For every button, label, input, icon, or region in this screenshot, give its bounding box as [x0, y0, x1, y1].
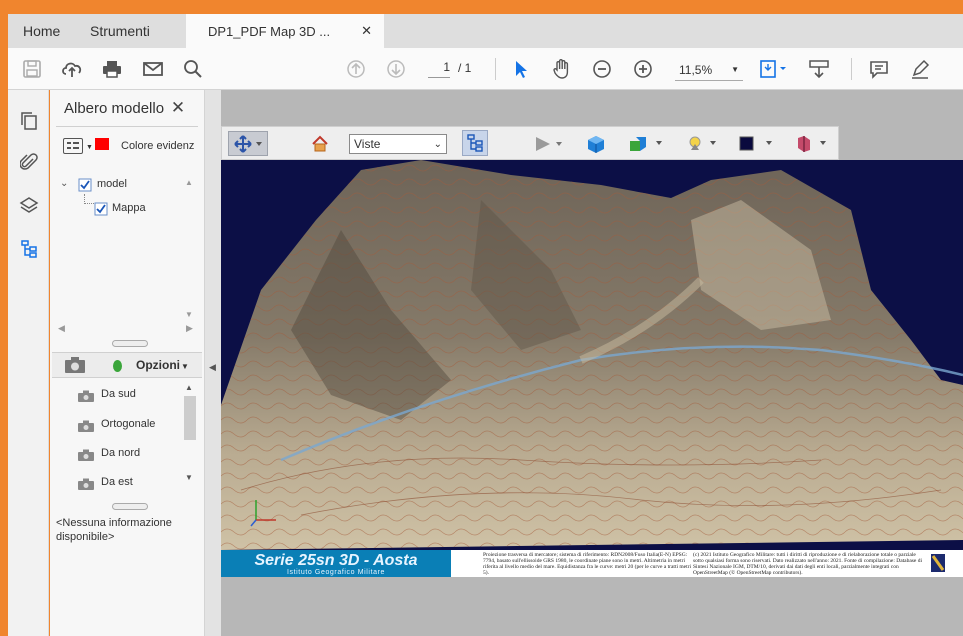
document-tab-label: DP1_PDF Map 3D ...: [208, 23, 331, 39]
projection-cube-icon[interactable]: [584, 133, 608, 155]
close-panel-icon[interactable]: ✕: [168, 98, 188, 118]
camera-icon[interactable]: [64, 356, 86, 374]
cross-section-icon[interactable]: [792, 133, 832, 155]
views-select[interactable]: Viste ⌄: [349, 134, 447, 154]
scroll-down-icon[interactable]: ▼: [185, 473, 193, 482]
attachment-icon[interactable]: [18, 152, 40, 174]
tree-item-mappa[interactable]: Mappa: [112, 202, 146, 214]
navigation-rail: [8, 90, 49, 636]
pane-splitter-handle[interactable]: [112, 503, 148, 510]
search-icon[interactable]: [179, 55, 207, 83]
highlight-color-swatch[interactable]: [95, 138, 109, 150]
highlight-color-label: Colore evidenz: [121, 140, 195, 152]
rotate-tool-icon[interactable]: [228, 131, 268, 156]
options-list-icon[interactable]: [63, 138, 83, 154]
tree-item-model[interactable]: model: [97, 178, 127, 190]
pages-icon[interactable]: [18, 110, 40, 132]
hand-tool-icon[interactable]: [548, 55, 576, 83]
render-mode-icon[interactable]: [626, 133, 666, 155]
email-icon[interactable]: [139, 55, 167, 83]
scroll-left-icon[interactable]: ◀: [58, 323, 65, 334]
scrollbar-thumb[interactable]: [184, 396, 196, 440]
zoom-select[interactable]: 11,5% ▼: [675, 59, 743, 81]
copyright-note: (c) 2021 Istituto Geografico Militare: t…: [693, 552, 923, 576]
projection-note: Proiezione trasversa di mercatore; siste…: [483, 552, 691, 576]
chevron-down-icon[interactable]: ▼: [86, 144, 93, 151]
page-total: / 1: [458, 61, 472, 75]
toolbar-divider: [495, 58, 496, 80]
play-animation-icon[interactable]: [532, 134, 566, 154]
upload-cloud-icon[interactable]: [58, 55, 86, 83]
view-item-da-est[interactable]: Da est: [101, 476, 133, 488]
camera-icon: [78, 478, 94, 490]
view-item-da-sud[interactable]: Da sud: [101, 388, 136, 400]
scroll-mode-icon[interactable]: [805, 55, 833, 83]
next-page-icon[interactable]: [382, 55, 410, 83]
print-icon[interactable]: [98, 55, 126, 83]
divider: [56, 126, 198, 127]
model-tree-panel: Albero modello ✕ ▼ Colore evidenz ⌄ mode…: [50, 90, 204, 636]
tab-document[interactable]: DP1_PDF Map 3D ... ✕: [186, 14, 384, 48]
tab-bar: Home Strumenti DP1_PDF Map 3D ... ✕: [8, 14, 963, 48]
igm-logo-icon: [931, 554, 945, 572]
main-toolbar: 1 / 1 11,5% ▼: [8, 48, 963, 90]
tree-connector: [84, 194, 94, 204]
collapse-arrow-icon[interactable]: ◀: [209, 362, 216, 373]
views-select-value: Viste: [354, 137, 381, 151]
checkbox-checked-icon[interactable]: [78, 178, 92, 192]
tab-tools[interactable]: Strumenti: [90, 14, 150, 48]
home-view-icon[interactable]: [310, 134, 330, 154]
zoom-out-icon[interactable]: [588, 55, 616, 83]
pane-splitter-handle[interactable]: [112, 340, 148, 347]
chevron-down-icon[interactable]: ▼: [181, 362, 189, 371]
view-item-da-nord[interactable]: Da nord: [101, 447, 140, 459]
save-icon[interactable]: [18, 55, 46, 83]
comment-icon[interactable]: [865, 55, 893, 83]
chevron-down-icon: ⌄: [433, 138, 442, 150]
scroll-down-icon[interactable]: ▼: [185, 310, 193, 319]
series-title: Serie 25sn 3D - Aosta: [254, 552, 418, 569]
background-color-icon[interactable]: [736, 133, 776, 155]
panel-collapse-bar[interactable]: ◀: [204, 90, 221, 636]
select-pointer-icon[interactable]: [507, 55, 535, 83]
highlight-pen-icon[interactable]: [906, 55, 934, 83]
object-info-text: <Nessuna informazione disponibile>: [56, 517, 172, 543]
layers-icon[interactable]: [18, 195, 40, 217]
checkbox-checked-icon[interactable]: [94, 202, 108, 216]
scroll-right-icon[interactable]: ▶: [186, 323, 193, 334]
page-number-input[interactable]: 1: [428, 60, 450, 78]
green-sphere-icon: [113, 360, 122, 372]
panel-title: Albero modello: [64, 100, 165, 117]
view-item-ortogonale[interactable]: Ortogonale: [101, 418, 155, 430]
scroll-up-icon[interactable]: ▲: [185, 383, 193, 392]
toolbar-3d: Viste ⌄: [221, 126, 839, 160]
previous-page-icon[interactable]: [342, 55, 370, 83]
camera-icon: [78, 449, 94, 461]
series-banner: Serie 25sn 3D - Aosta Istituto Geografic…: [221, 550, 451, 577]
options-button[interactable]: Opzioni: [136, 358, 180, 372]
lighting-icon[interactable]: [686, 133, 722, 155]
map-footer: Serie 25sn 3D - Aosta Istituto Geografic…: [221, 550, 963, 577]
expand-chevron-icon[interactable]: ⌄: [60, 178, 68, 189]
chevron-down-icon: ▼: [731, 65, 739, 74]
model-tree-icon[interactable]: [18, 238, 40, 260]
zoom-in-icon[interactable]: [629, 55, 657, 83]
toolbar-divider: [851, 58, 852, 80]
close-tab-icon[interactable]: ✕: [361, 23, 372, 39]
scroll-up-icon[interactable]: ▲: [185, 178, 193, 187]
camera-icon: [78, 390, 94, 402]
model-tree-toggle-icon[interactable]: [462, 130, 488, 156]
tab-home[interactable]: Home: [23, 14, 60, 48]
terrain-model: [221, 160, 963, 550]
map-3d-viewport[interactable]: [221, 160, 963, 550]
institute-name: Istituto Geografico Militare: [286, 569, 386, 576]
camera-icon: [78, 420, 94, 432]
zoom-value: 11,5%: [679, 62, 713, 77]
page-display-icon[interactable]: [756, 55, 792, 83]
